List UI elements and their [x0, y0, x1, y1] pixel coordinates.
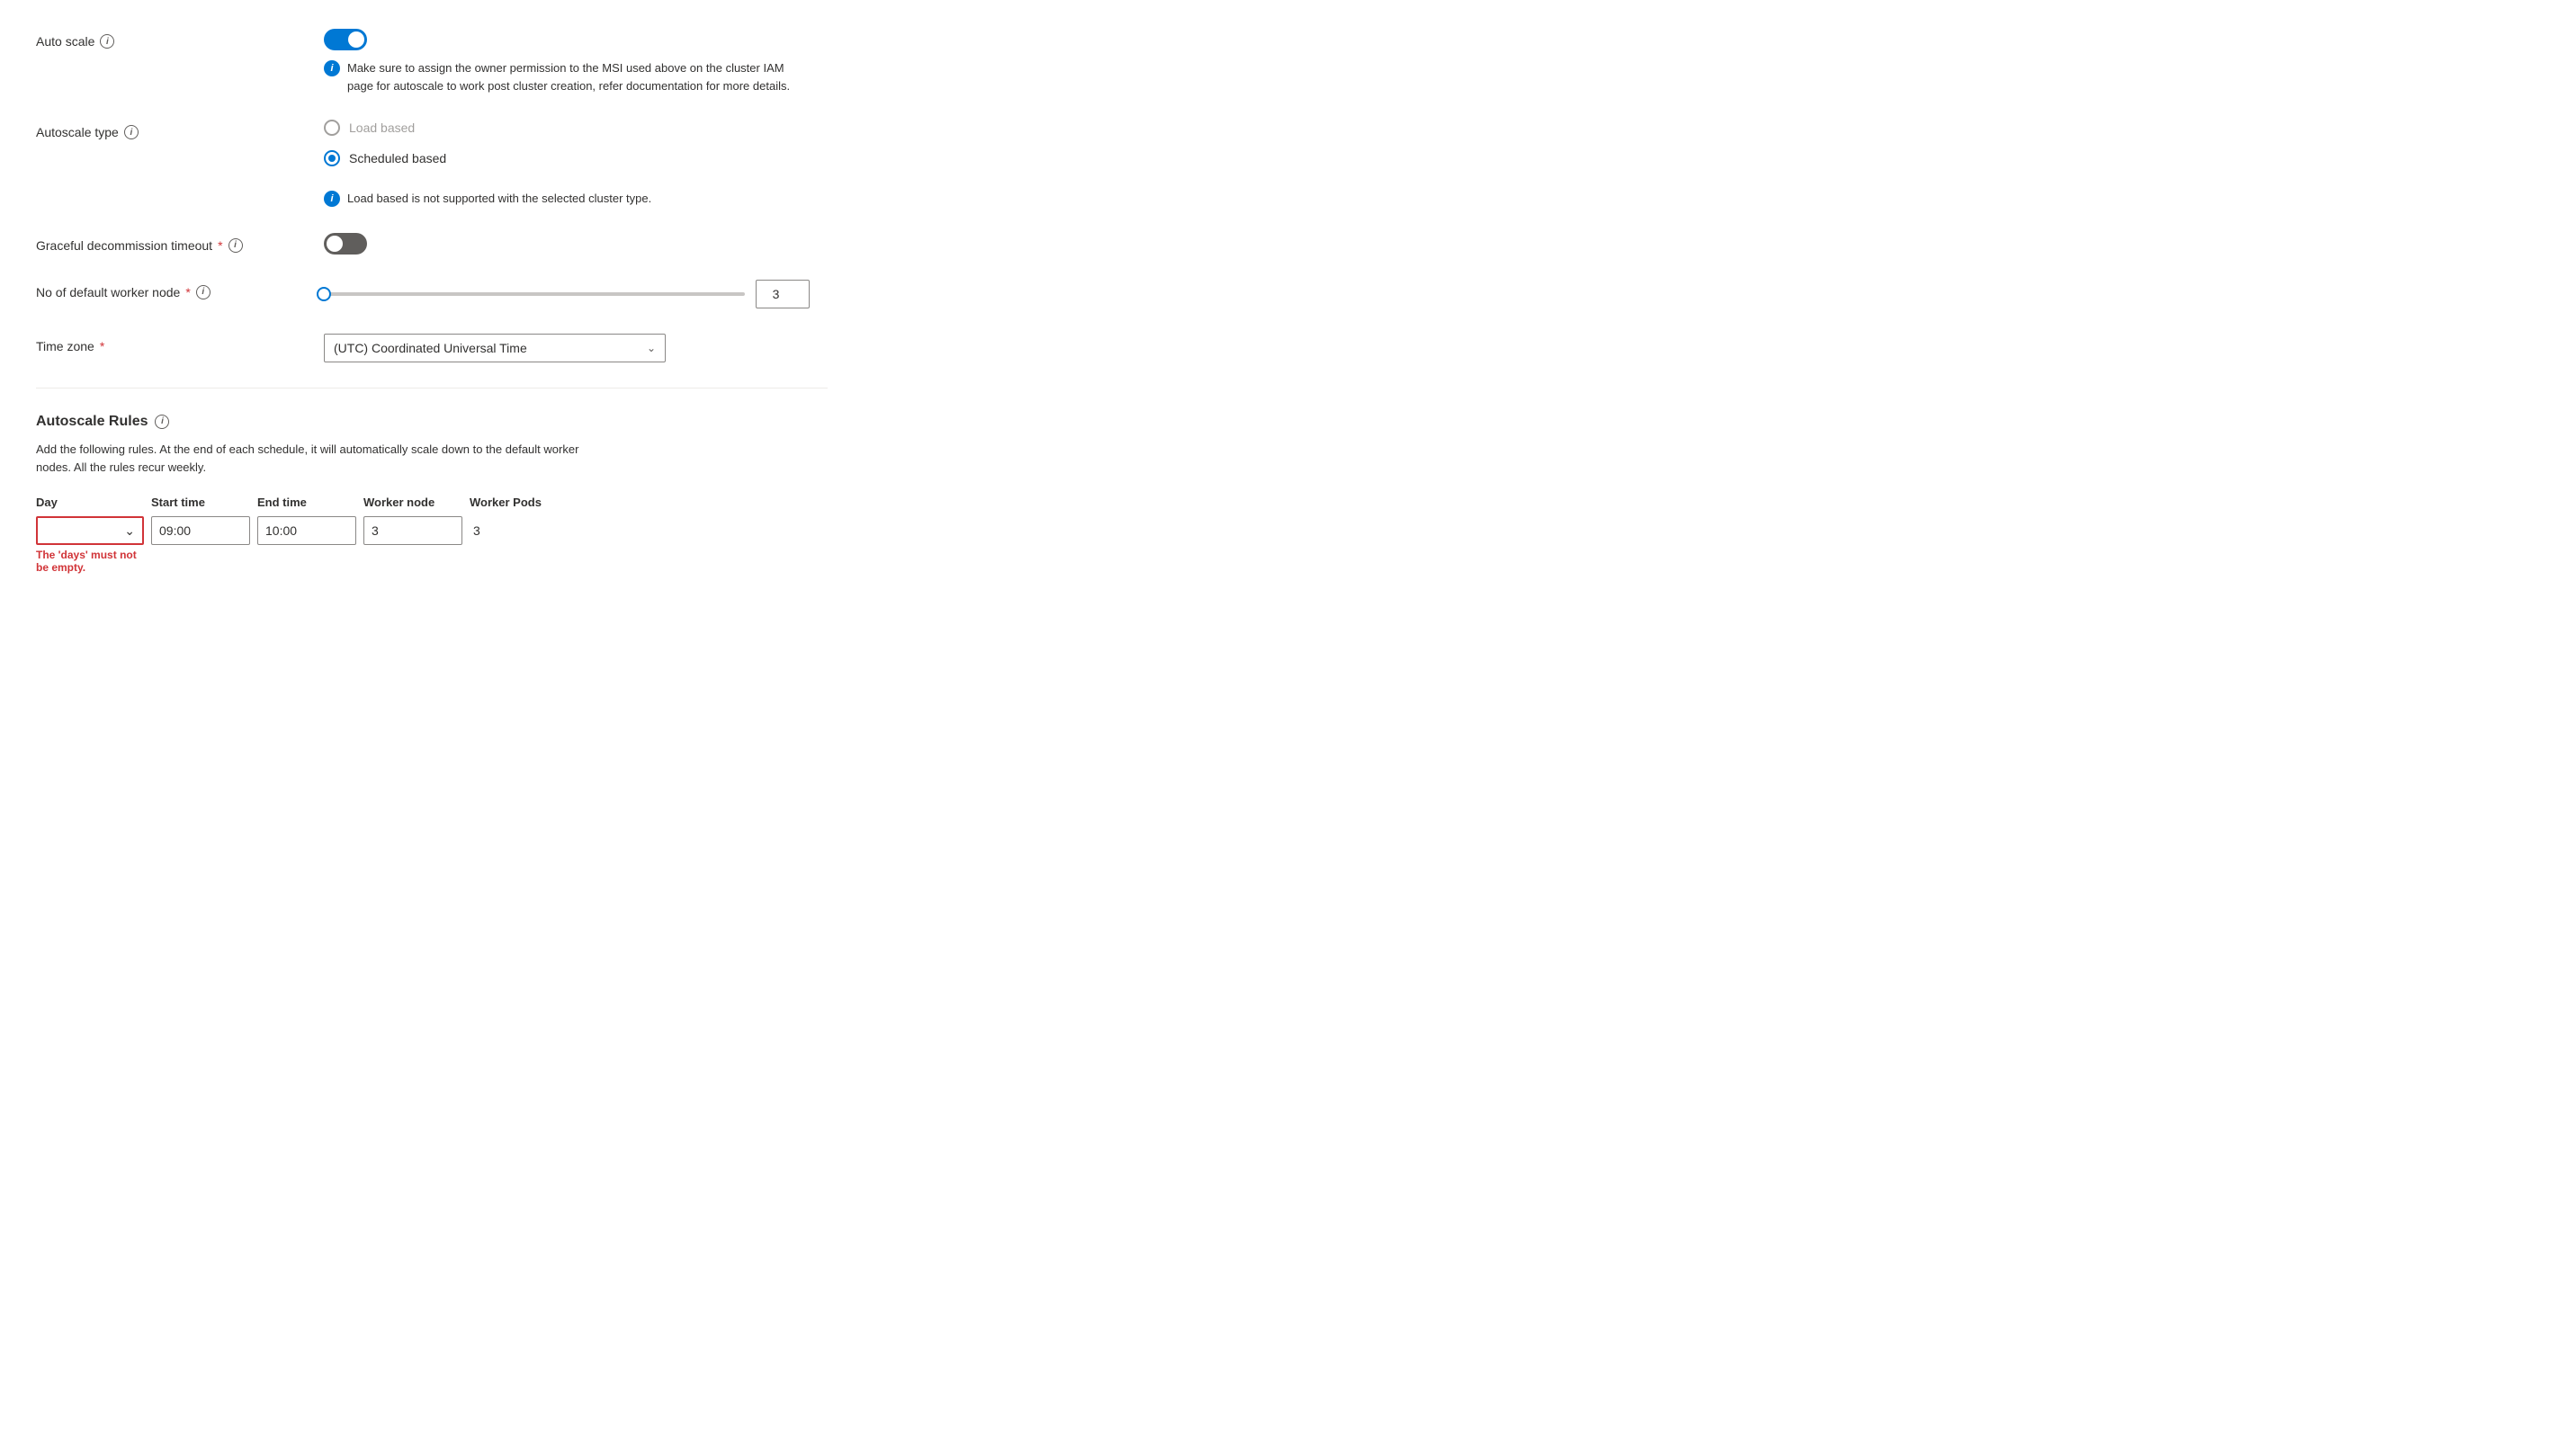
col-header-start-time: Start time [151, 496, 250, 509]
auto-scale-toggle[interactable] [324, 29, 367, 50]
auto-scale-info-message: i Make sure to assign the owner permissi… [324, 59, 810, 94]
graceful-decommission-row: Graceful decommission timeout * i [36, 233, 828, 255]
auto-scale-toggle-track [324, 29, 367, 50]
worker-node-slider-track[interactable] [324, 292, 745, 296]
start-time-cell: 09:00 [151, 516, 250, 545]
graceful-decommission-toggle[interactable] [324, 233, 367, 255]
default-worker-node-label: No of default worker node * i [36, 280, 324, 299]
worker-pods-cell: 3 [470, 516, 560, 545]
autoscale-type-label-text: Autoscale type [36, 125, 119, 139]
autoscale-type-control: Load based Scheduled based i Load based … [324, 120, 828, 208]
table-header-row: Day Start time End time Worker node Work… [36, 496, 684, 509]
time-zone-control: (UTC) Coordinated Universal Time ⌄ [324, 334, 828, 362]
autoscale-type-warning: i Load based is not supported with the s… [324, 190, 810, 208]
time-zone-selected-value: (UTC) Coordinated Universal Time [334, 341, 527, 355]
graceful-decommission-toggle-thumb [327, 236, 343, 252]
col-header-end-time: End time [257, 496, 356, 509]
time-zone-label: Time zone * [36, 334, 324, 353]
auto-scale-info-icon[interactable]: i [100, 34, 114, 49]
auto-scale-control: i Make sure to assign the owner permissi… [324, 29, 828, 94]
worker-node-slider-thumb[interactable] [317, 287, 331, 301]
day-cell: ⌄ The 'days' must not be empty. [36, 516, 144, 574]
default-worker-info-icon[interactable]: i [196, 285, 211, 299]
autoscale-type-label: Autoscale type i [36, 120, 324, 139]
auto-scale-toggle-thumb [348, 31, 364, 48]
autoscale-rules-section: Autoscale Rules i Add the following rule… [36, 414, 828, 575]
radio-load-based-input [324, 120, 340, 136]
autoscale-rules-description: Add the following rules. At the end of e… [36, 441, 594, 478]
autoscale-rules-info-icon[interactable]: i [155, 415, 169, 429]
default-worker-required: * [185, 285, 190, 299]
default-worker-node-row: No of default worker node * i 3 [36, 280, 828, 308]
end-time-cell: 10:00 [257, 516, 356, 545]
default-worker-node-label-text: No of default worker node [36, 285, 180, 299]
auto-scale-row: Auto scale i i Make sure to assign the o… [36, 29, 828, 94]
graceful-decommission-toggle-track [324, 233, 367, 255]
time-zone-chevron-icon: ⌄ [647, 342, 656, 354]
worker-node-value-input[interactable]: 3 [756, 280, 810, 308]
time-zone-required: * [100, 339, 104, 353]
day-error-message: The 'days' must not be empty. [36, 549, 144, 574]
start-time-input[interactable]: 09:00 [151, 516, 250, 545]
autoscale-rules-heading: Autoscale Rules i [36, 414, 828, 430]
time-zone-row: Time zone * (UTC) Coordinated Universal … [36, 334, 828, 362]
graceful-decommission-info-icon[interactable]: i [228, 238, 243, 253]
info-circle-icon: i [324, 60, 340, 76]
autoscale-type-warning-text: Load based is not supported with the sel… [347, 190, 651, 208]
day-dropdown[interactable]: ⌄ [36, 516, 144, 545]
graceful-decommission-label-text: Graceful decommission timeout [36, 238, 212, 253]
autoscale-type-info-icon[interactable]: i [124, 125, 139, 139]
autoscale-type-radio-group: Load based Scheduled based i Load based … [324, 120, 828, 208]
end-time-input[interactable]: 10:00 [257, 516, 356, 545]
auto-scale-label: Auto scale i [36, 29, 324, 49]
worker-pods-value: 3 [470, 516, 560, 545]
radio-scheduled-dot [328, 155, 336, 162]
col-header-worker-node: Worker node [363, 496, 462, 509]
autoscale-rules-heading-text: Autoscale Rules [36, 414, 148, 430]
col-header-worker-pods: Worker Pods [470, 496, 560, 509]
section-divider [36, 388, 828, 389]
time-zone-dropdown[interactable]: (UTC) Coordinated Universal Time ⌄ [324, 334, 666, 362]
radio-scheduled-based-label: Scheduled based [349, 151, 446, 165]
time-zone-label-text: Time zone [36, 339, 94, 353]
graceful-decommission-control [324, 233, 828, 255]
radio-load-based[interactable]: Load based [324, 120, 828, 136]
autoscale-rules-table: Day Start time End time Worker node Work… [36, 496, 684, 574]
graceful-decommission-label: Graceful decommission timeout * i [36, 233, 324, 253]
radio-scheduled-based-input [324, 150, 340, 166]
autoscale-type-warning-icon: i [324, 191, 340, 207]
worker-node-cell: 3 [363, 516, 462, 545]
default-worker-control: 3 [324, 280, 828, 308]
worker-node-input[interactable]: 3 [363, 516, 462, 545]
radio-scheduled-based[interactable]: Scheduled based [324, 150, 828, 166]
table-row: ⌄ The 'days' must not be empty. 09:00 10… [36, 516, 684, 574]
day-dropdown-chevron-icon: ⌄ [124, 523, 135, 539]
col-header-day: Day [36, 496, 144, 509]
auto-scale-label-text: Auto scale [36, 34, 94, 49]
worker-node-slider-container: 3 [324, 280, 810, 308]
autoscale-type-row: Autoscale type i Load based Scheduled ba… [36, 120, 828, 208]
auto-scale-info-text: Make sure to assign the owner permission… [347, 59, 810, 94]
graceful-decommission-required: * [218, 238, 222, 253]
radio-load-based-label: Load based [349, 121, 415, 135]
